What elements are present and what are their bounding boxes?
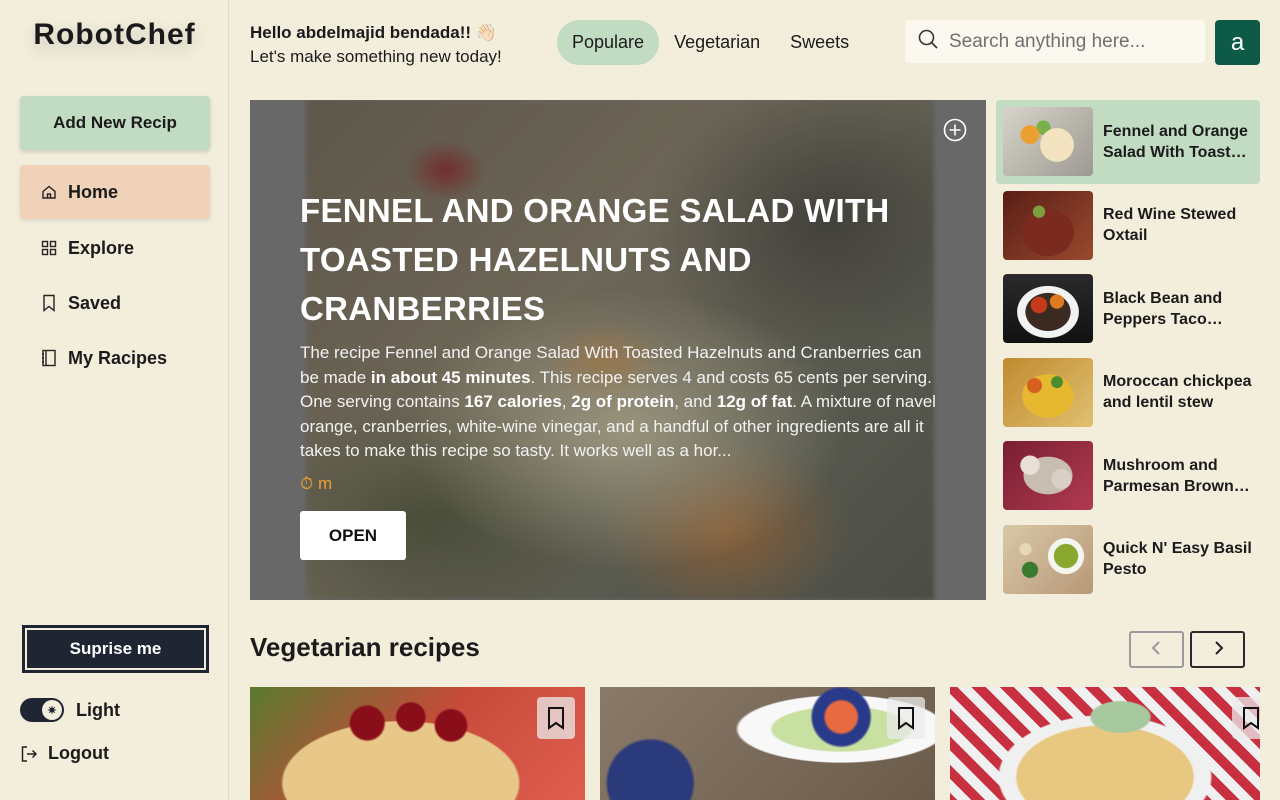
logout-icon xyxy=(20,745,38,763)
sidebar-item-label: Explore xyxy=(68,237,135,258)
section-title-vegetarian: Vegetarian recipes xyxy=(250,632,480,662)
recipe-thumbnail xyxy=(1003,274,1093,344)
sidebar-item-label: My Racipes xyxy=(68,347,168,368)
user-avatar[interactable]: a xyxy=(1215,20,1260,65)
recipe-thumbnail xyxy=(1003,190,1093,260)
bookmark-icon xyxy=(548,707,564,730)
home-icon xyxy=(40,183,58,201)
carousel-next-button[interactable] xyxy=(1190,631,1245,668)
bookmark-icon xyxy=(40,294,58,312)
add-new-recipe-button[interactable]: Add New Recip xyxy=(20,96,210,150)
recipe-thumbnail xyxy=(1003,357,1093,427)
surprise-me-button[interactable]: Suprise me xyxy=(22,625,209,673)
sidebar-item-label: Home xyxy=(68,181,119,202)
chevron-right-icon xyxy=(1211,640,1225,659)
bookmark-button[interactable] xyxy=(1232,697,1260,739)
popular-recipe-list: Fennel and Orange Salad With Toasted Haz… xyxy=(996,100,1260,601)
hero-title: Fennel and Orange Salad With Toasted Haz… xyxy=(300,192,890,327)
grid-icon xyxy=(40,239,58,257)
carousel-prev-button[interactable] xyxy=(1129,631,1184,668)
open-recipe-button[interactable]: OPEN xyxy=(300,511,406,560)
tab-sweets[interactable]: Sweets xyxy=(775,20,864,65)
bookmark-icon xyxy=(898,707,914,730)
hero-description: The recipe Fennel and Orange Salad With … xyxy=(300,343,936,461)
recipe-thumbnail xyxy=(1003,524,1093,594)
sidebar-item-label: Saved xyxy=(68,292,122,313)
recipe-card[interactable] xyxy=(950,687,1260,800)
sidebar-item-explore[interactable]: Explore xyxy=(20,221,210,275)
hero-content: Fennel and Orange Salad With Toasted Haz… xyxy=(300,186,940,494)
search-icon xyxy=(917,28,939,55)
bookmark-button[interactable] xyxy=(887,697,925,739)
sidebar: RobotChef Add New Recip Home Explore Sav… xyxy=(0,0,229,800)
list-item[interactable]: Quick N' Easy Basil Pesto xyxy=(996,518,1260,602)
greeting-hello: Hello abdelmajid bendada!! 👋🏻 xyxy=(250,23,497,42)
search-box xyxy=(905,20,1205,63)
hero-cook-time: ⏱ m xyxy=(300,474,333,493)
search-input[interactable] xyxy=(949,30,1199,53)
bookmark-button[interactable] xyxy=(537,697,575,739)
sidebar-item-my-recipes[interactable]: My Racipes xyxy=(20,331,210,385)
list-item[interactable]: Fennel and Orange Salad With Toasted Haz… xyxy=(996,100,1260,184)
logout-label: Logout xyxy=(48,743,109,763)
theme-toggle[interactable]: ✷ xyxy=(20,698,64,722)
sidebar-item-home[interactable]: Home xyxy=(20,165,210,219)
chevron-left-icon xyxy=(1150,640,1164,659)
bookmark-icon xyxy=(1243,707,1259,730)
list-item[interactable]: Black Bean and Peppers Taco Filling xyxy=(996,267,1260,351)
tab-vegetarian[interactable]: Vegetarian xyxy=(659,20,775,65)
recipe-thumbnail xyxy=(1003,441,1093,511)
app-logo[interactable]: RobotChef xyxy=(0,18,229,52)
list-item[interactable]: Red Wine Stewed Oxtail xyxy=(996,184,1260,268)
list-item[interactable]: Moroccan chickpea and lentil stew xyxy=(996,351,1260,435)
greeting-subtitle: Let's make something new today! xyxy=(250,47,502,66)
sun-icon: ✷ xyxy=(42,700,62,720)
recipe-card[interactable] xyxy=(250,687,585,800)
theme-label: Light xyxy=(76,699,120,720)
recipe-card[interactable] xyxy=(600,687,935,800)
add-circle-icon[interactable] xyxy=(943,118,967,142)
tab-populare[interactable]: Populare xyxy=(557,20,660,65)
featured-recipe-hero: Fennel and Orange Salad With Toasted Haz… xyxy=(250,100,986,600)
recipe-thumbnail xyxy=(1003,107,1093,177)
sidebar-item-saved[interactable]: Saved xyxy=(20,276,210,330)
greeting: Hello abdelmajid bendada!! 👋🏻 Let's make… xyxy=(250,23,502,67)
logout-button[interactable]: Logout xyxy=(20,743,109,764)
notebook-icon xyxy=(40,349,58,367)
category-tabs: Populare Vegetarian Sweets xyxy=(557,20,864,65)
list-item[interactable]: Mushroom and Parmesan Brown Rice xyxy=(996,434,1260,518)
theme-toggle-row: ✷ Light xyxy=(20,698,120,722)
